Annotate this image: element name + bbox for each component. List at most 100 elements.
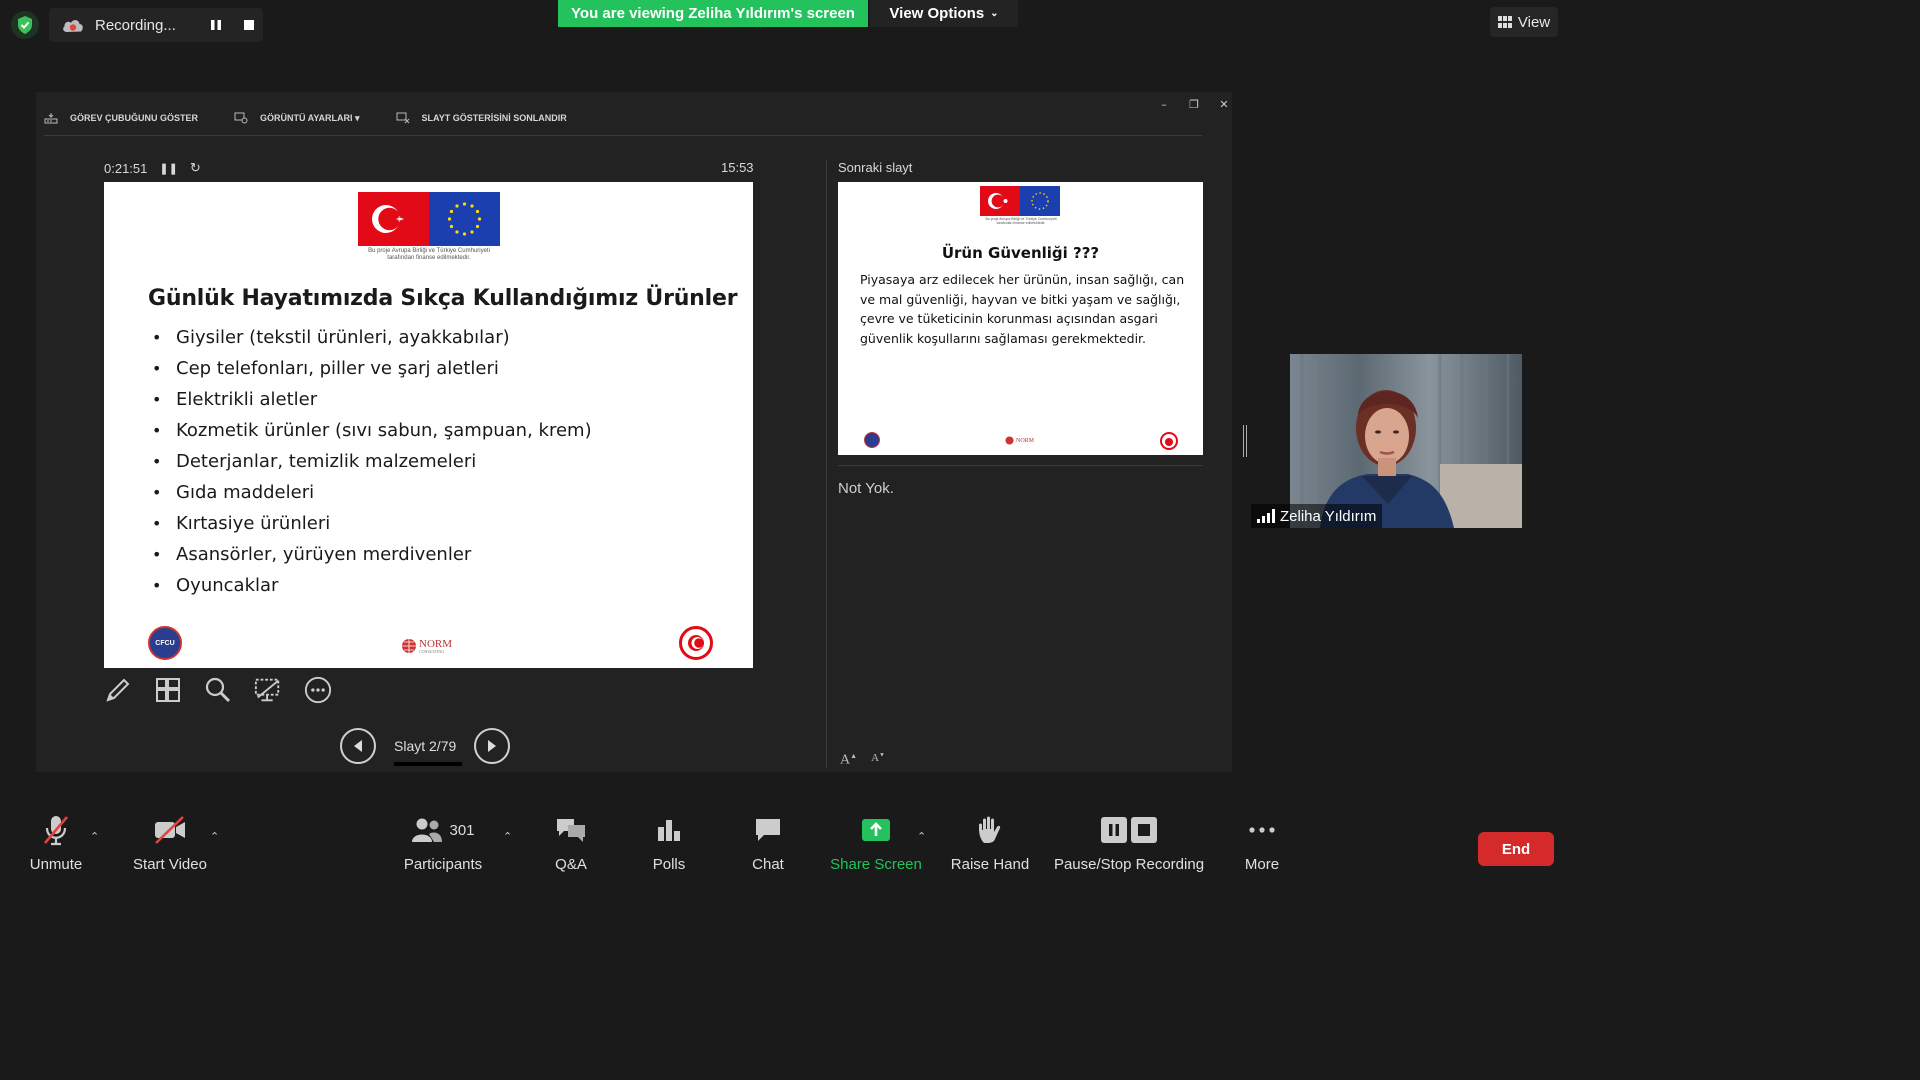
participants-options-caret[interactable]: ⌃ [503,830,515,843]
norm-consulting-logo: NORM CONSULTING [401,638,452,654]
pause-recording-button[interactable] [203,12,229,38]
qa-label: Q&A [555,856,587,873]
display-settings-label: GÖRÜNTÜ AYARLARI ▾ [260,112,360,123]
panel-resize-handle[interactable] [1243,425,1247,457]
turkey-ministry-seal-logo [679,626,713,660]
participant-video-frame [1290,354,1522,528]
taskbar-icon [44,113,58,124]
more-options-icon[interactable] [304,676,332,704]
more-label: More [1244,856,1280,873]
view-options-button[interactable]: View Options ⌄ [870,0,1018,27]
bullet-list: Giysiler (tekstil ürünleri, ayakkabılar)… [152,322,592,601]
participant-name: Zeliha Yıldırım [1280,507,1377,525]
funding-note: Bu proje Avrupa Birliği ve Türkiye Cumhu… [985,217,1057,226]
end-meeting-button[interactable]: End [1478,832,1554,866]
next-slide-title: Ürün Güvenliği ??? [941,244,1100,262]
reset-timer-icon[interactable]: ↻ [190,160,201,176]
globe-icon [1005,436,1014,445]
restore-icon[interactable]: ❐ [1186,98,1202,111]
next-slide-label: Sonraki slayt [838,160,913,175]
view-options-label: View Options [889,5,985,22]
end-slideshow-label: SLAYT GÖSTERİSİNİ SONLANDIR [421,113,567,123]
cloud-recording-icon [63,20,83,32]
cfcu-logo [864,432,880,448]
increase-font-button[interactable]: A▲ [840,752,857,769]
recording-indicator: Recording... [49,8,263,42]
cfcu-logo: CFCU [148,626,182,660]
notes-divider[interactable] [838,465,1203,466]
stop-icon [1131,817,1157,843]
pause-icon [211,20,221,30]
pause-timer-icon[interactable]: ❚❚ [159,162,177,175]
slide-title: Günlük Hayatımızda Sıkça Kullandığımız Ü… [148,286,738,311]
black-screen-icon[interactable] [254,676,282,704]
toolbar-divider [44,135,1202,136]
security-shield-icon[interactable] [10,10,40,40]
video-off-icon [155,816,185,844]
all-slides-icon[interactable] [154,676,182,704]
recording-label: Recording... [95,16,176,34]
minimize-icon[interactable]: – [1156,98,1172,111]
zoom-icon[interactable] [204,676,232,704]
pause-stop-recording-label: Pause/Stop Recording [1053,856,1205,873]
triangle-left-icon [354,740,362,752]
norm-logo-subtext: CONSULTING [419,648,445,654]
bullet-item: Giysiler (tekstil ürünleri, ayakkabılar) [152,322,592,353]
bullet-item: Asansörler, yürüyen merdivenler [152,539,592,570]
participant-name-tag: Zeliha Yıldırım [1251,504,1383,528]
grid-view-icon [1497,16,1512,28]
qa-button[interactable]: Q&A [548,810,594,873]
share-screen-label: Share Screen [830,856,922,873]
share-screen-icon [862,819,890,841]
chevron-down-icon: ⌄ [990,8,999,19]
cfcu-logo-text: CFCU [155,639,175,647]
share-screen-options-caret[interactable]: ⌃ [917,830,929,843]
pause-stop-recording-button[interactable]: Pause/Stop Recording [1052,810,1206,873]
pause-icon [1101,817,1127,843]
raise-hand-label: Raise Hand [950,856,1030,873]
raise-hand-button[interactable]: Raise Hand [950,810,1030,873]
end-slideshow-button[interactable]: SLAYT GÖSTERİSİNİ SONLANDIR [396,112,567,124]
window-controls: – ❐ ✕ [1156,98,1232,111]
globe-icon [402,639,416,653]
tr-eu-flags-logo [358,192,500,246]
pen-tool-icon[interactable] [104,676,132,704]
show-taskbar-button[interactable]: GÖREV ÇUBUĞUNU GÖSTER [44,112,198,124]
stop-recording-button[interactable] [236,12,262,38]
next-slide-button[interactable] [474,728,511,764]
notes-font-controls: A▲ A▼ [840,752,885,769]
close-icon[interactable]: ✕ [1216,98,1232,111]
unmute-button[interactable]: Unmute [26,810,86,873]
view-button[interactable]: View [1490,7,1558,37]
norm-logo-text: NORM [419,637,453,650]
next-slide-preview[interactable]: Bu proje Avrupa Birliği ve Türkiye Cumhu… [838,182,1203,455]
more-button[interactable]: More [1240,810,1284,873]
display-settings-button[interactable]: GÖRÜNTÜ AYARLARI ▾ [234,112,360,124]
slide-navigation: Slayt 2/79 [340,728,511,766]
unmute-label: Unmute [29,856,83,873]
participants-icon [412,818,443,842]
previous-slide-button[interactable] [340,728,376,764]
polls-button[interactable]: Polls [648,810,690,873]
pane-divider[interactable] [826,160,827,768]
more-dots-icon [1249,827,1275,833]
bullet-item: Gıda maddeleri [152,477,592,508]
polls-icon [658,820,680,841]
participants-label: Participants [403,856,483,873]
participants-button[interactable]: 301 Participants [400,810,486,873]
bullet-item: Kozmetik ürünler (sıvı sabun, şampuan, k… [152,415,592,446]
bullet-item: Cep telefonları, piller ve şarj aletleri [152,353,592,384]
bullet-item: Elektrikli aletler [152,384,592,415]
share-screen-button[interactable]: Share Screen [830,810,922,873]
video-options-caret[interactable]: ⌃ [210,830,222,843]
decrease-font-button[interactable]: A▼ [871,752,885,769]
audio-options-caret[interactable]: ⌃ [90,830,102,843]
start-video-button[interactable]: Start Video [130,810,210,873]
chat-button[interactable]: Chat [748,810,788,873]
triangle-right-icon [488,740,497,752]
view-label: View [1517,13,1551,31]
participant-video[interactable] [1290,354,1522,528]
shared-presenter-view: – ❐ ✕ GÖREV ÇUBUĞUNU GÖSTER GÖRÜNTÜ AYAR… [36,92,1232,772]
connection-signal-icon [1257,509,1275,523]
current-slide: Bu proje Avrupa Birliği ve Türkiye Cumhu… [104,182,753,668]
